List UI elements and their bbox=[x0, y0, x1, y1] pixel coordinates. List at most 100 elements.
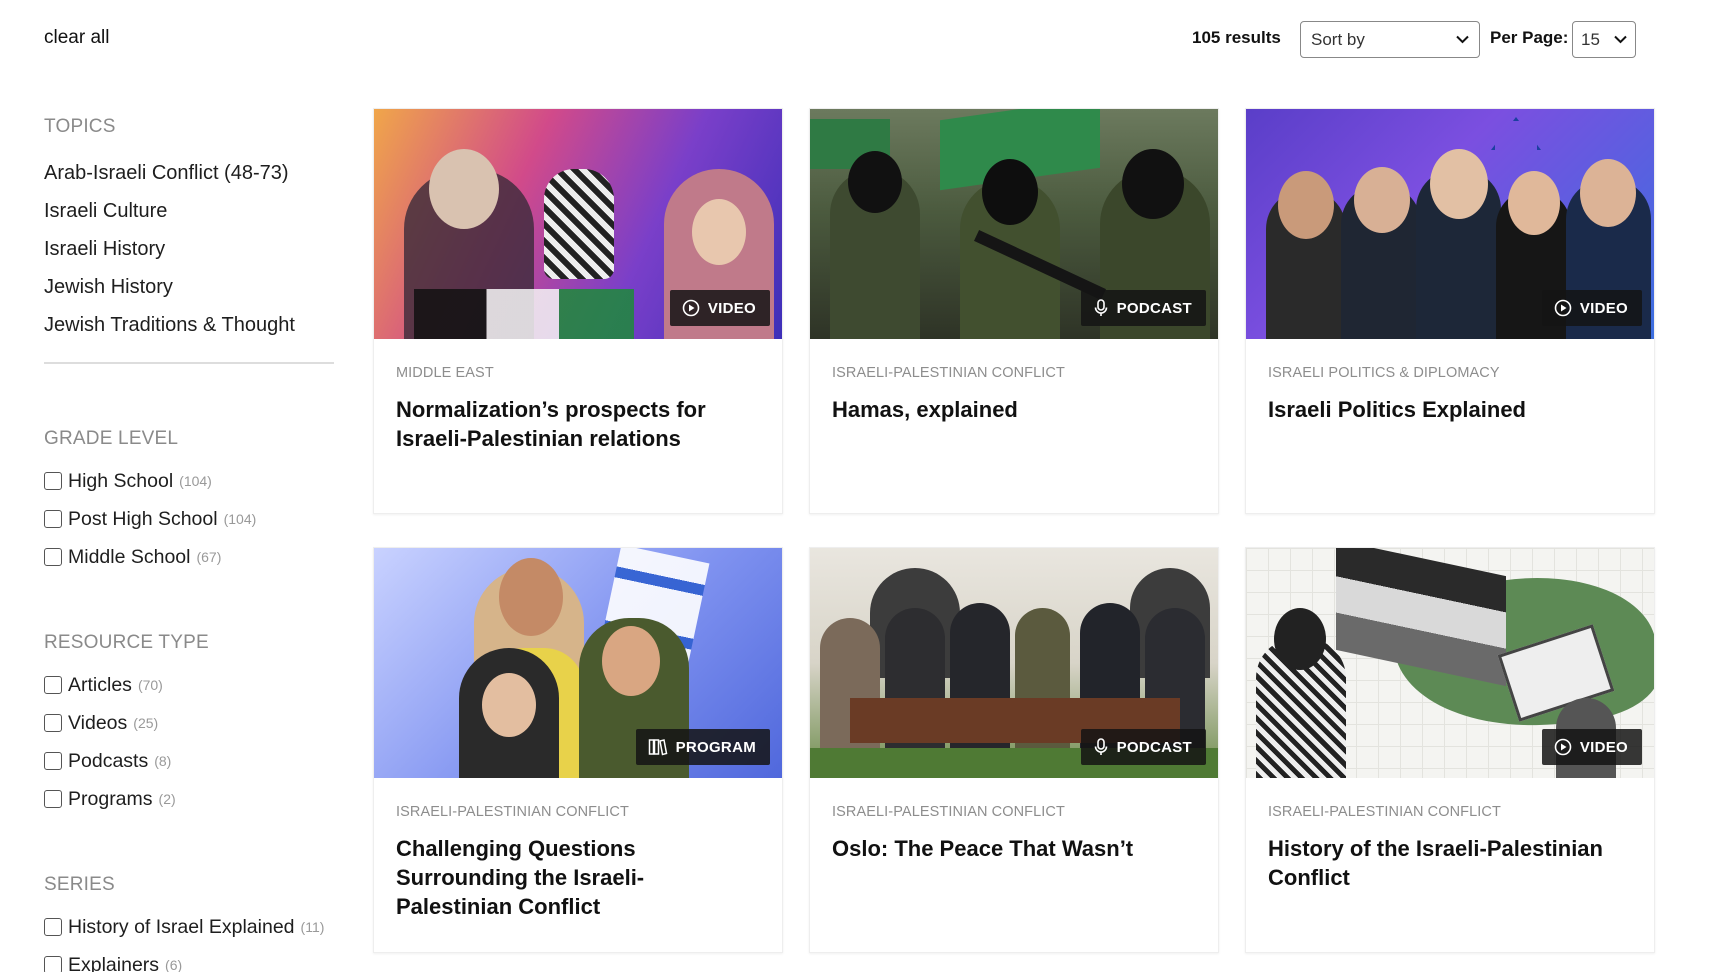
badge-label: PODCAST bbox=[1116, 738, 1192, 756]
resource-type-filter: RESOURCE TYPE Articles (70) Videos (25) Po… bbox=[44, 632, 334, 818]
option-count: (67) bbox=[196, 549, 222, 565]
resource-card[interactable]: PODCAST ISRAELI-PALESTINIAN CONFLICT Osl… bbox=[809, 547, 1219, 953]
option-label: Programs bbox=[68, 787, 153, 810]
option-label: Middle School bbox=[68, 545, 191, 568]
option-label: Articles bbox=[68, 673, 132, 696]
resource-card[interactable]: VIDEO MIDDLE EAST Normalization’s prospe… bbox=[373, 108, 783, 514]
checkbox[interactable] bbox=[44, 790, 62, 808]
option-count: (2) bbox=[158, 791, 176, 807]
grade-filter-option[interactable]: High School (104) bbox=[44, 462, 334, 500]
badge-label: PROGRAM bbox=[675, 738, 756, 756]
checkbox[interactable] bbox=[44, 548, 62, 566]
card-title[interactable]: Israeli Politics Explained bbox=[1268, 395, 1632, 424]
series-heading: SERIES bbox=[44, 874, 115, 895]
badge-label: VIDEO bbox=[1579, 738, 1628, 756]
card-thumbnail: VIDEO bbox=[374, 109, 782, 339]
grade-level-filter: GRADE LEVEL High School (104) Post High S… bbox=[44, 428, 334, 576]
book-icon bbox=[648, 739, 667, 756]
series-filter-option[interactable]: Explainers (6) bbox=[44, 946, 334, 972]
badge-label: VIDEO bbox=[1579, 299, 1628, 317]
card-thumbnail: VIDEO bbox=[1246, 548, 1654, 778]
option-label: Post High School bbox=[68, 507, 218, 530]
series-filter: SERIES History of Israel Explained (11) E… bbox=[44, 874, 334, 972]
resource-type-heading: RESOURCE TYPE bbox=[44, 632, 209, 653]
option-count: (25) bbox=[133, 715, 159, 731]
per-page-label: Per Page: bbox=[1490, 28, 1569, 47]
option-label: Explainers bbox=[68, 953, 160, 972]
checkbox[interactable] bbox=[44, 676, 62, 694]
topic-link[interactable]: Israeli Culture bbox=[44, 192, 334, 230]
microphone-icon bbox=[1094, 299, 1107, 316]
checkbox[interactable] bbox=[44, 714, 62, 732]
media-type-badge: VIDEO bbox=[1541, 729, 1642, 765]
card-category: ISRAELI-PALESTINIAN CONFLICT bbox=[1268, 804, 1501, 820]
option-label: History of Israel Explained bbox=[68, 915, 295, 938]
option-count: (70) bbox=[137, 677, 163, 693]
checkbox[interactable] bbox=[44, 752, 62, 770]
option-count: (104) bbox=[179, 473, 212, 489]
grade-filter-option[interactable]: Post High School (104) bbox=[44, 500, 334, 538]
media-type-badge: PROGRAM bbox=[635, 729, 770, 765]
per-page-select[interactable]: 15 bbox=[1572, 21, 1636, 58]
play-icon bbox=[682, 299, 700, 317]
resource-filter-option[interactable]: Articles (70) bbox=[44, 666, 334, 704]
clear-all-link[interactable]: clear all bbox=[44, 27, 109, 49]
chevron-down-icon bbox=[1614, 33, 1627, 47]
option-count: (104) bbox=[223, 511, 257, 527]
sort-by-select[interactable]: Sort by bbox=[1300, 21, 1480, 58]
media-type-badge: VIDEO bbox=[669, 290, 770, 326]
checkbox[interactable] bbox=[44, 956, 62, 972]
checkbox[interactable] bbox=[44, 918, 62, 936]
card-title[interactable]: Oslo: The Peace That Wasn’t bbox=[832, 834, 1196, 863]
topics-heading: TOPICS bbox=[44, 116, 116, 137]
card-thumbnail: PODCAST bbox=[810, 109, 1218, 339]
resource-filter-option[interactable]: Programs (2) bbox=[44, 780, 334, 818]
resource-card[interactable]: VIDEO ISRAELI-PALESTINIAN CONFLICT Histo… bbox=[1245, 547, 1655, 953]
resource-filter-option[interactable]: Podcasts (8) bbox=[44, 742, 334, 780]
option-label: Videos bbox=[68, 711, 128, 734]
checkbox[interactable] bbox=[44, 510, 62, 528]
series-filter-option[interactable]: History of Israel Explained (11) bbox=[44, 908, 334, 946]
play-icon bbox=[1554, 738, 1572, 756]
card-thumbnail: PODCAST bbox=[810, 548, 1218, 778]
card-category: ISRAELI-PALESTINIAN CONFLICT bbox=[396, 804, 629, 820]
resource-card[interactable]: VIDEO ISRAELI POLITICS & DIPLOMACY Israe… bbox=[1245, 108, 1655, 514]
media-type-badge: VIDEO bbox=[1541, 290, 1642, 326]
play-icon bbox=[1554, 299, 1572, 317]
resource-filter-option[interactable]: Videos (25) bbox=[44, 704, 334, 742]
option-count: (8) bbox=[154, 753, 172, 769]
topic-link[interactable]: Jewish History bbox=[44, 268, 334, 306]
media-type-badge: PODCAST bbox=[1080, 290, 1206, 326]
card-category: ISRAELI-PALESTINIAN CONFLICT bbox=[832, 804, 1065, 820]
option-label: Podcasts bbox=[68, 749, 149, 772]
results-count: 105 results bbox=[1192, 28, 1281, 47]
card-title[interactable]: Challenging Questions Surrounding the Is… bbox=[396, 834, 760, 921]
card-title[interactable]: Hamas, explained bbox=[832, 395, 1196, 424]
chevron-down-icon bbox=[1456, 33, 1469, 47]
card-title[interactable]: Normalization’s prospects for Israeli-Pa… bbox=[396, 395, 760, 453]
resource-card[interactable]: PODCAST ISRAELI-PALESTINIAN CONFLICT Ham… bbox=[809, 108, 1219, 514]
card-title[interactable]: History of the Israeli-Palestinian Confl… bbox=[1268, 834, 1632, 892]
card-category: ISRAELI-PALESTINIAN CONFLICT bbox=[832, 365, 1065, 381]
card-thumbnail: VIDEO bbox=[1246, 109, 1654, 339]
card-thumbnail: PROGRAM bbox=[374, 548, 782, 778]
checkbox[interactable] bbox=[44, 472, 62, 490]
resource-card[interactable]: PROGRAM ISRAELI-PALESTINIAN CONFLICT Cha… bbox=[373, 547, 783, 953]
grade-level-heading: GRADE LEVEL bbox=[44, 428, 179, 449]
topic-link[interactable]: Arab-Israeli Conflict (48-73) bbox=[44, 154, 334, 192]
topics-list: Arab-Israeli Conflict (48-73) Israeli Cu… bbox=[44, 154, 334, 344]
badge-label: PODCAST bbox=[1116, 299, 1192, 317]
grade-filter-option[interactable]: Middle School (67) bbox=[44, 538, 334, 576]
card-category: ISRAELI POLITICS & DIPLOMACY bbox=[1268, 365, 1500, 381]
per-page-value: 15 bbox=[1581, 29, 1600, 49]
topic-link[interactable]: Jewish Traditions & Thought bbox=[44, 306, 334, 344]
sidebar-divider bbox=[44, 362, 334, 364]
card-category: MIDDLE EAST bbox=[396, 365, 494, 381]
sort-by-value: Sort by bbox=[1311, 29, 1365, 49]
badge-label: VIDEO bbox=[707, 299, 756, 317]
microphone-icon bbox=[1094, 738, 1107, 755]
filter-sidebar: TOPICS Arab-Israeli Conflict (48-73) Isr… bbox=[44, 116, 334, 972]
option-count: (11) bbox=[300, 919, 325, 935]
topic-link[interactable]: Israeli History bbox=[44, 230, 334, 268]
option-count: (6) bbox=[165, 957, 183, 972]
